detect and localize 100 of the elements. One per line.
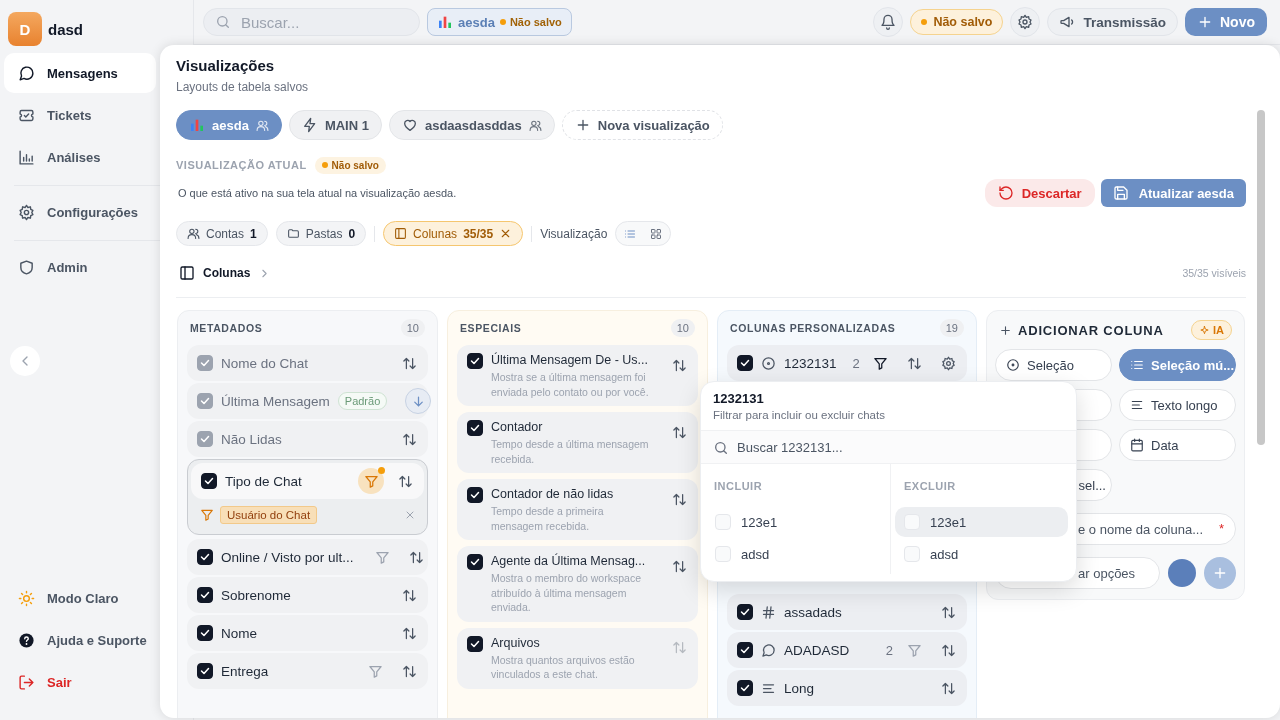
nav-item[interactable]: Tickets [4,95,156,135]
checkbox[interactable] [467,353,483,369]
users-icon [528,118,542,132]
sort-icon [671,357,687,373]
checkbox[interactable] [737,355,753,371]
sort-icon [401,355,417,371]
column-name: Online / Visto por ult... [221,549,354,565]
nav-item[interactable]: Modo Claro [4,578,156,618]
users-icon [187,227,200,240]
filter-option[interactable]: adsd [713,539,882,569]
checkbox[interactable] [197,393,213,409]
column-name: Nome do Chat [221,355,309,371]
popover-title: 1232131 [713,390,765,407]
view-tab[interactable]: asdaasdasddas [388,110,555,140]
checkbox[interactable] [197,625,213,641]
circle-dot-icon [761,355,776,371]
settings-icon [18,203,35,221]
checkmark-icon [199,589,211,601]
filter-option[interactable]: 123e1 [713,507,882,537]
color-swatch[interactable] [1168,559,1196,587]
filter-icon [367,663,383,679]
close-icon [404,509,416,521]
sort-icon [671,640,687,655]
plus-icon [1197,14,1213,30]
discard-button[interactable]: Descartar [984,179,1095,207]
checkbox[interactable] [197,431,213,447]
column-type-button[interactable]: Seleção [995,349,1112,381]
view-tab[interactable]: MAIN 1 [288,110,382,140]
checkbox[interactable] [197,549,213,565]
checkmark-icon [469,489,481,501]
column-description: Mostra o membro do workspace atribuído à última mensagem enviada. [491,571,642,615]
logout-icon [18,673,35,691]
checkbox[interactable] [467,487,483,503]
default-badge: Padrão [337,392,388,410]
column-type-button[interactable]: Data [1119,429,1236,461]
column-name: Última Mensagem De - Us... [491,352,649,369]
checkbox[interactable] [197,663,213,679]
checkmark-icon [739,682,751,694]
new-view-button[interactable]: Nova visualização [561,110,723,140]
nav-item[interactable]: Ajuda e Suporte [4,620,156,660]
popover-search-field[interactable]: Buscar 1232131... [701,430,1076,464]
checkbox[interactable] [467,635,483,652]
nav-item[interactable]: Mensagens [4,53,156,93]
column-name: Long [784,680,815,696]
scrollbar-thumb[interactable] [1257,110,1265,445]
column-name: ADADASD [784,642,850,658]
filter-chip[interactable]: Colunas 35/35 [383,221,524,246]
column-name: Nome [221,625,257,641]
circle-dot-icon [1006,358,1020,372]
users-icon [255,118,269,132]
breadcrumb-link[interactable]: Colunas [203,266,251,280]
checkbox[interactable] [201,473,217,489]
checkmark-icon [199,627,211,639]
filter-tag: Usuário do Chat [220,506,318,524]
column-name: Não Lidas [221,431,282,447]
checkbox[interactable] [467,554,483,570]
checkbox[interactable] [737,604,753,620]
filter-icon [873,355,889,371]
checkbox[interactable] [467,420,483,436]
megaphone-icon [1059,14,1076,30]
checkbox[interactable] [737,642,753,658]
column-name: 1232131 [784,355,837,371]
nav-item[interactable]: Configurações [4,192,156,232]
checkbox[interactable] [197,355,213,371]
nav-item[interactable]: Admin [4,247,156,287]
column-type-button[interactable]: Texto longo [1119,389,1236,421]
settings-button[interactable] [1010,7,1041,37]
filter-chip[interactable]: Pastas 0 [275,221,367,246]
filter-chip[interactable]: Contas 1 [176,221,268,246]
undo-icon [997,185,1014,201]
column-description: Tempo desde a primeira mensagem recebida. [491,504,605,533]
columns-icon [394,227,408,240]
checkbox[interactable] [197,587,213,603]
list-icon [1130,358,1144,372]
bar-chart-icon [189,117,205,133]
column-description: Tempo desde a última mensagem recebida. [491,437,650,466]
sort-icon [401,663,417,679]
broadcast-button[interactable]: Transmissão [1047,8,1178,36]
nav-item[interactable]: Análises [4,137,156,177]
notifications-button[interactable] [873,7,904,37]
filter-option[interactable]: 123e1 [895,507,1068,537]
current-view-chip[interactable]: aesda Não salvo [427,8,572,36]
list-icon [624,227,637,240]
shield-icon [18,258,35,276]
checkbox[interactable] [737,680,753,696]
checkmark-icon [199,551,211,563]
column-name: Tipo de Chat [225,473,302,489]
checkmark-icon [469,422,481,434]
nav-item[interactable]: Sair [4,662,156,702]
search-field[interactable]: Buscar... [203,8,420,36]
popover-subtitle: Filtrar para incluir ou excluir chats [713,408,886,423]
sparkle-icon [1199,324,1210,336]
calendar-icon [1130,438,1144,452]
chat-icon [18,64,35,82]
sort-icon [401,587,417,603]
filter-count: 2 [852,355,860,371]
group-count: 10 [670,319,695,337]
lines-icon [1130,398,1144,412]
required-mark: * [1218,521,1224,536]
checkmark-icon [739,606,751,618]
